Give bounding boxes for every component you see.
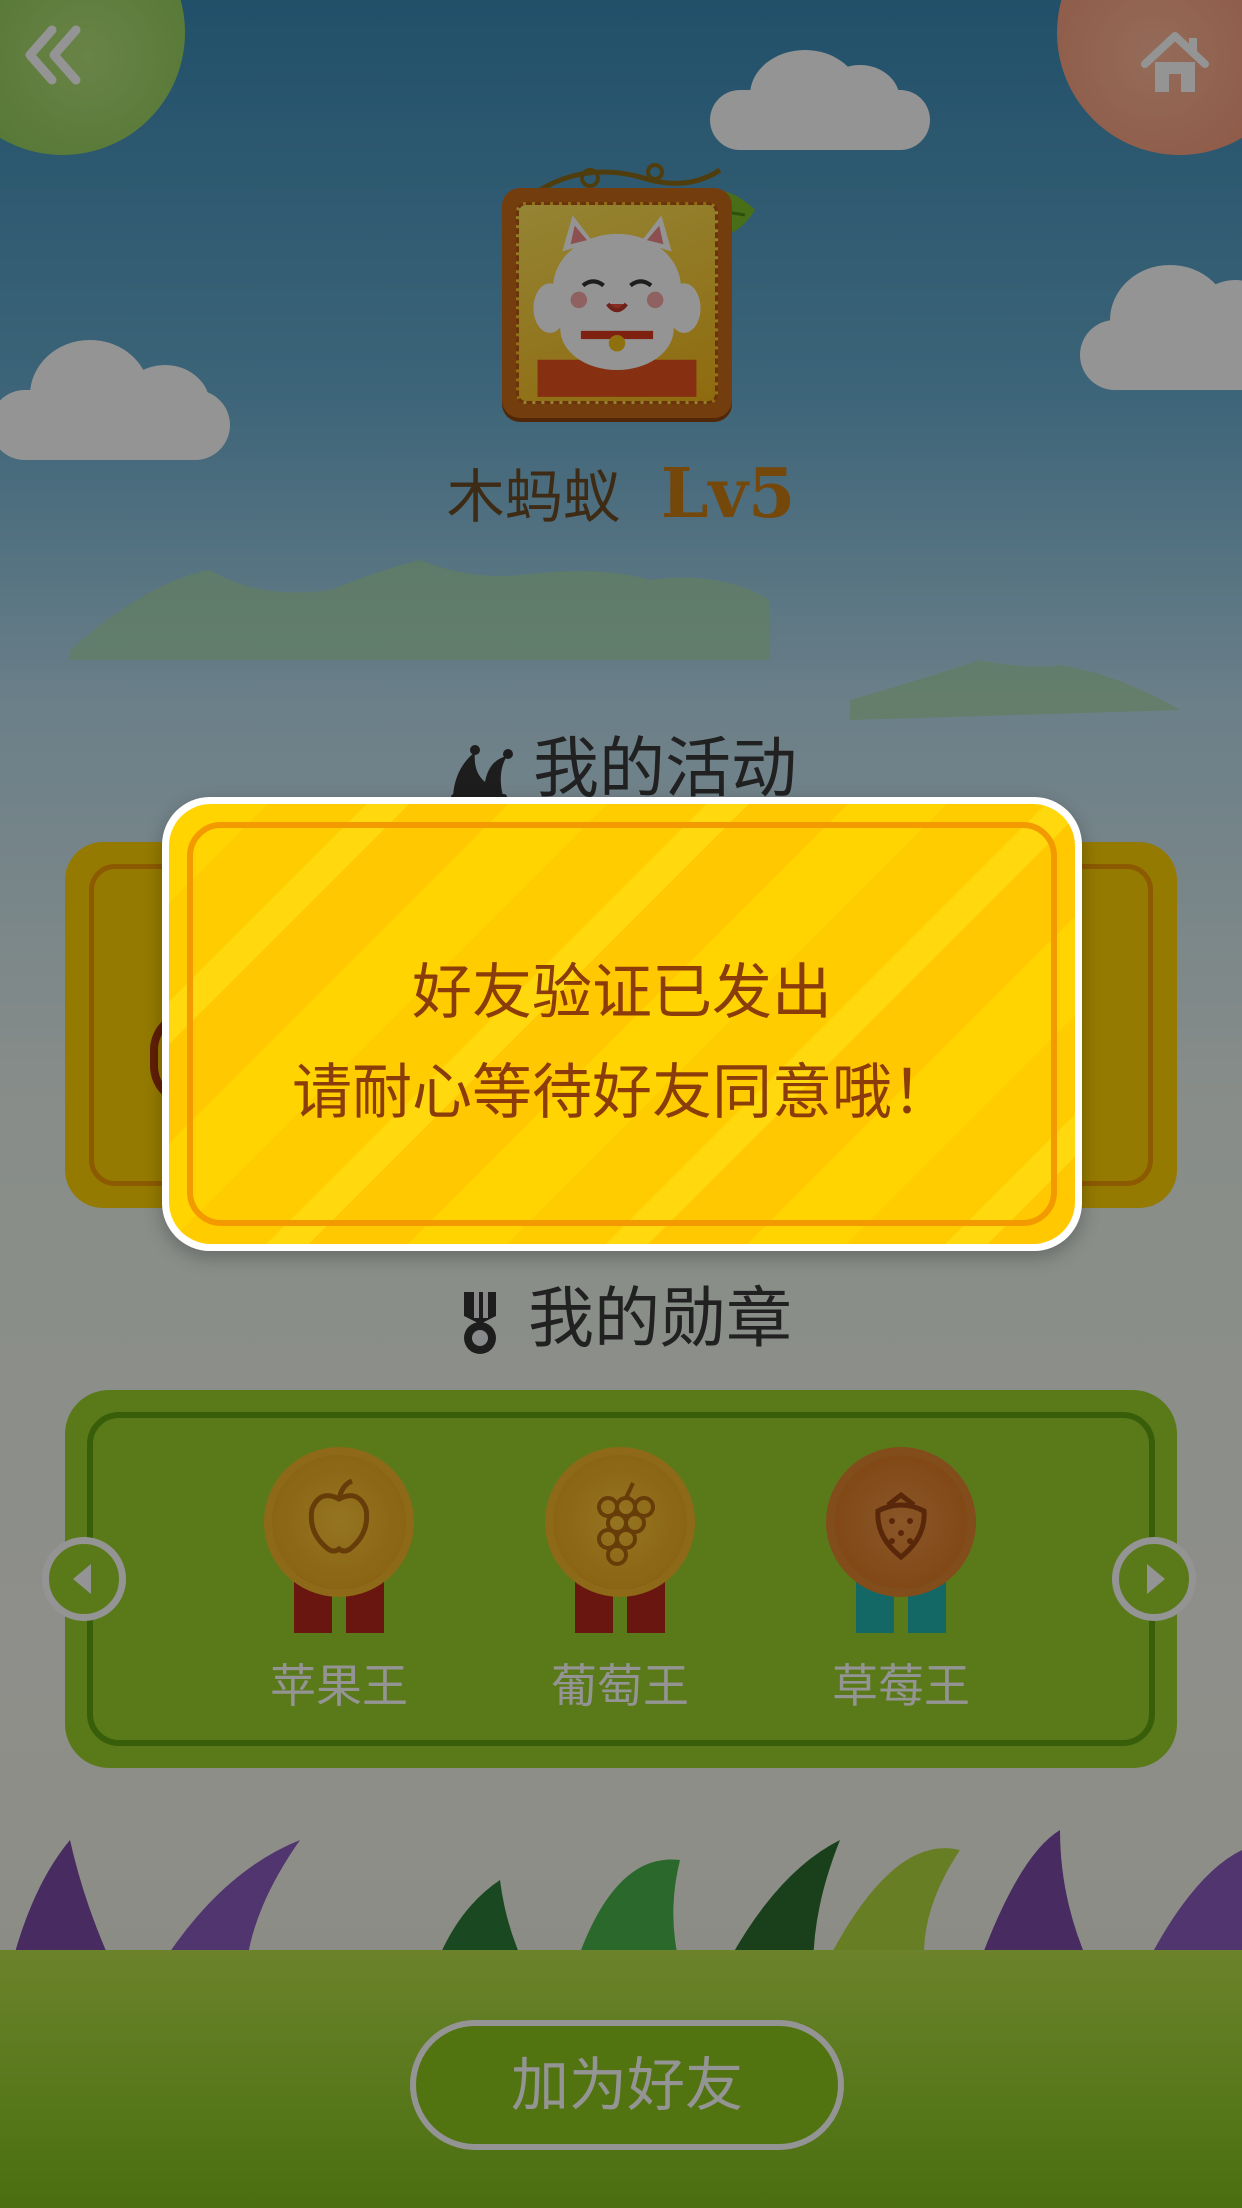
- dialog-message-line2: 请耐心等待好友同意哦！: [292, 1058, 952, 1128]
- dialog-message-line1: 好友验证已发出: [412, 958, 832, 1028]
- friend-request-sent-dialog: 好友验证已发出 请耐心等待好友同意哦！: [162, 797, 1082, 1251]
